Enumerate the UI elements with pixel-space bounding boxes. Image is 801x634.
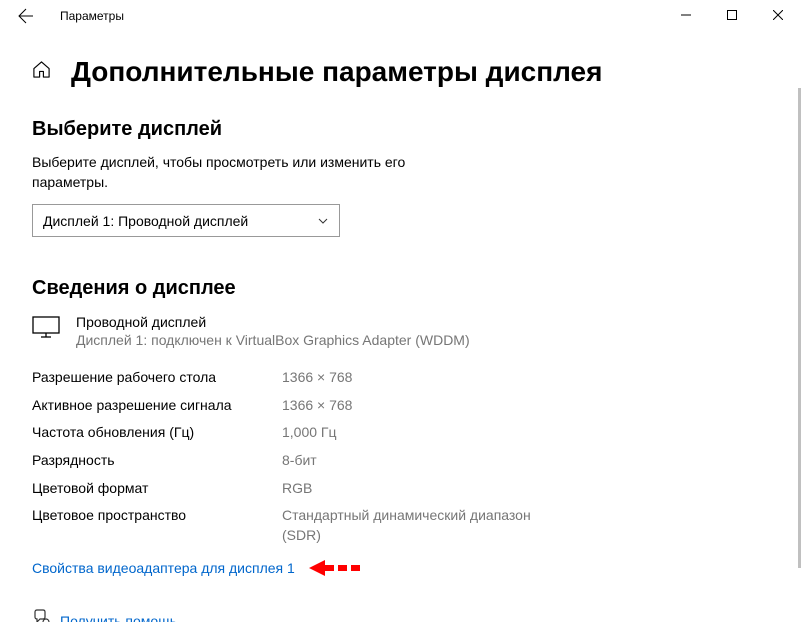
monitor-icon — [32, 316, 60, 343]
display-selector-dropdown[interactable]: Дисплей 1: Проводной дисплей — [32, 204, 340, 237]
help-row: Получить помощь — [32, 609, 769, 622]
get-help-link[interactable]: Получить помощь — [60, 613, 177, 622]
table-row: Цветовое пространство Стандартный динами… — [32, 506, 769, 545]
info-value: 8-бит — [282, 451, 317, 471]
display-name: Проводной дисплей — [76, 314, 470, 330]
minimize-icon — [681, 10, 691, 20]
info-value: 1366 × 768 — [282, 368, 352, 388]
info-value: RGB — [282, 479, 312, 499]
page-header: Дополнительные параметры дисплея — [32, 56, 769, 88]
maximize-icon — [727, 10, 737, 20]
close-button[interactable] — [755, 0, 801, 30]
table-row: Разрешение рабочего стола 1366 × 768 — [32, 368, 769, 388]
display-info-table: Разрешение рабочего стола 1366 × 768 Акт… — [32, 368, 769, 545]
minimize-button[interactable] — [663, 0, 709, 30]
help-icon — [32, 609, 50, 622]
table-row: Цветовой формат RGB — [32, 479, 769, 499]
back-button[interactable] — [10, 0, 42, 32]
maximize-button[interactable] — [709, 0, 755, 30]
display-info-title: Сведения о дисплее — [32, 277, 769, 300]
info-label: Разрядность — [32, 451, 282, 471]
page-title: Дополнительные параметры дисплея — [71, 56, 602, 88]
table-row: Разрядность 8-бит — [32, 451, 769, 471]
table-row: Частота обновления (Гц) 1,000 Гц — [32, 423, 769, 443]
info-value: Стандартный динамический диапазон (SDR) — [282, 506, 532, 545]
display-info-header: Проводной дисплей Дисплей 1: подключен к… — [32, 314, 769, 348]
adapter-link-row: Свойства видеоадаптера для дисплея 1 — [32, 559, 769, 577]
info-label: Активное разрешение сигнала — [32, 396, 282, 416]
info-label: Цветовое пространство — [32, 506, 282, 545]
close-icon — [773, 10, 783, 20]
display-connection: Дисплей 1: подключен к VirtualBox Graphi… — [76, 332, 470, 348]
home-button[interactable] — [32, 60, 51, 84]
annotation-arrow — [309, 559, 369, 577]
select-display-description: Выберите дисплей, чтобы просмотреть или … — [32, 153, 452, 192]
adapter-properties-link[interactable]: Свойства видеоадаптера для дисплея 1 — [32, 560, 295, 576]
info-label: Частота обновления (Гц) — [32, 423, 282, 443]
titlebar: Параметры — [0, 0, 801, 32]
info-label: Разрешение рабочего стола — [32, 368, 282, 388]
arrow-left-icon — [18, 8, 34, 24]
home-icon — [32, 60, 51, 79]
info-value: 1,000 Гц — [282, 423, 337, 443]
select-display-title: Выберите дисплей — [32, 118, 769, 141]
info-label: Цветовой формат — [32, 479, 282, 499]
chevron-down-icon — [317, 215, 329, 227]
dropdown-value: Дисплей 1: Проводной дисплей — [43, 213, 248, 229]
info-value: 1366 × 768 — [282, 396, 352, 416]
table-row: Активное разрешение сигнала 1366 × 768 — [32, 396, 769, 416]
content-area: Дополнительные параметры дисплея Выберит… — [0, 32, 801, 622]
window-controls — [663, 0, 801, 30]
window-title: Параметры — [60, 9, 124, 23]
